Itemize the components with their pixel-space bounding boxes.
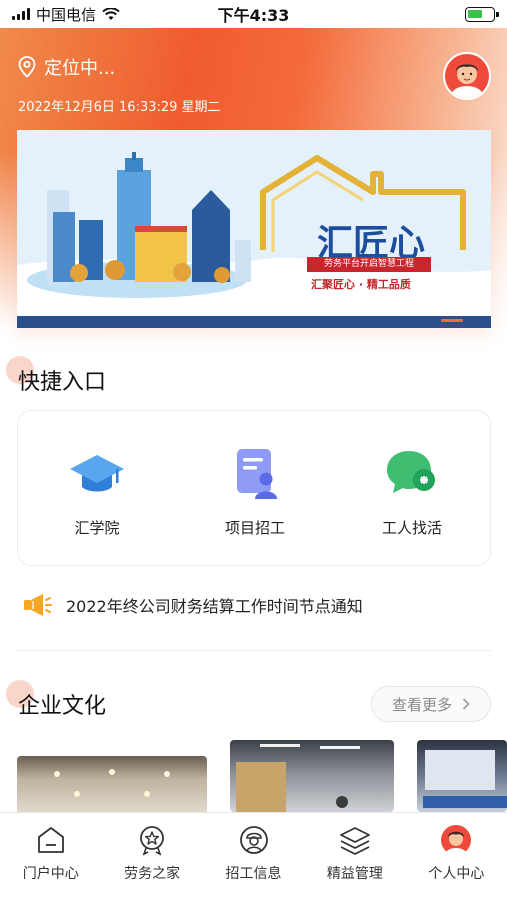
tab-label: 招工信息: [225, 866, 282, 882]
location-button[interactable]: 定位中...: [18, 54, 115, 80]
home-icon: [34, 823, 68, 857]
tab-recruit-info[interactable]: 招工信息: [203, 813, 304, 900]
quick-item-find-work[interactable]: 工人找活: [342, 445, 482, 538]
quick-item-label: 工人找活: [381, 519, 442, 537]
location-text: 定位中...: [44, 58, 116, 79]
tab-labor-home[interactable]: 劳务之家: [101, 813, 202, 900]
banner-ribbon: 劳务平台开启智慧工程: [307, 257, 431, 272]
avatar-icon: [445, 54, 489, 98]
tab-label: 门户中心: [22, 866, 79, 882]
battery-icon: [465, 7, 499, 22]
culture-photo[interactable]: [17, 756, 207, 814]
signal-icon: [12, 8, 30, 20]
culture-photo[interactable]: [230, 740, 394, 812]
promo-banner[interactable]: 汇匠心 劳务平台开启智慧工程 汇聚匠心 · 精工品质: [17, 130, 491, 328]
quick-item-label: 项目招工: [224, 519, 285, 537]
banner-photo-graphic: [423, 750, 507, 808]
banner-stripe: [17, 316, 491, 328]
quick-entry-card: 汇学院 项目招工 工人找活: [17, 410, 491, 566]
tab-personal-center[interactable]: 个人中心: [406, 813, 507, 900]
tab-label: 劳务之家: [124, 866, 181, 882]
tab-lean-management[interactable]: 精益管理: [304, 813, 405, 900]
wifi-icon: [102, 7, 120, 20]
ceiling-lights-graphic: [54, 769, 170, 797]
megaphone-icon: [24, 594, 52, 616]
current-datetime: 2022年12月6日 16:33:29 星期二: [18, 100, 221, 115]
banner-subtitle: 汇聚匠心 · 精工品质: [311, 278, 411, 291]
avatar-icon: [439, 823, 473, 857]
chevron-right-icon: [462, 698, 470, 710]
culture-title: 企业文化: [18, 694, 107, 719]
graduation-cap-icon: [68, 445, 126, 503]
section-divider: [17, 650, 491, 651]
location-pin-icon: [18, 56, 36, 78]
layers-icon: [338, 823, 372, 857]
worker-icon: [237, 823, 271, 857]
carrier-name: 中国电信: [36, 5, 97, 24]
status-bar: 中国电信 下午4:33: [0, 0, 507, 28]
star-badge-icon: [135, 823, 169, 857]
user-avatar[interactable]: [443, 52, 491, 100]
notice-text: 2022年终公司财务结算工作时间节点通知: [66, 597, 363, 616]
meeting-room-graphic: [236, 744, 360, 812]
quick-item-label: 汇学院: [74, 519, 120, 537]
tab-label: 个人中心: [428, 866, 485, 882]
chat-bubble-icon: [383, 445, 441, 503]
quick-item-academy[interactable]: 汇学院: [27, 445, 167, 538]
recruit-document-icon: [226, 445, 284, 503]
view-more-button[interactable]: 查看更多: [371, 686, 491, 722]
quick-item-recruit[interactable]: 项目招工: [185, 445, 325, 538]
tab-label: 精益管理: [326, 866, 383, 882]
bottom-tab-bar: 门户中心 劳务之家 招工信息 精益管理 个人中心: [0, 812, 507, 900]
banner-pager-indicator: [441, 319, 463, 322]
quick-entry-title: 快捷入口: [18, 370, 107, 395]
view-more-label: 查看更多: [391, 695, 452, 714]
culture-photo[interactable]: [417, 740, 507, 812]
notice-item[interactable]: 2022年终公司财务结算工作时间节点通知: [22, 592, 492, 618]
tab-portal-center[interactable]: 门户中心: [0, 813, 101, 900]
